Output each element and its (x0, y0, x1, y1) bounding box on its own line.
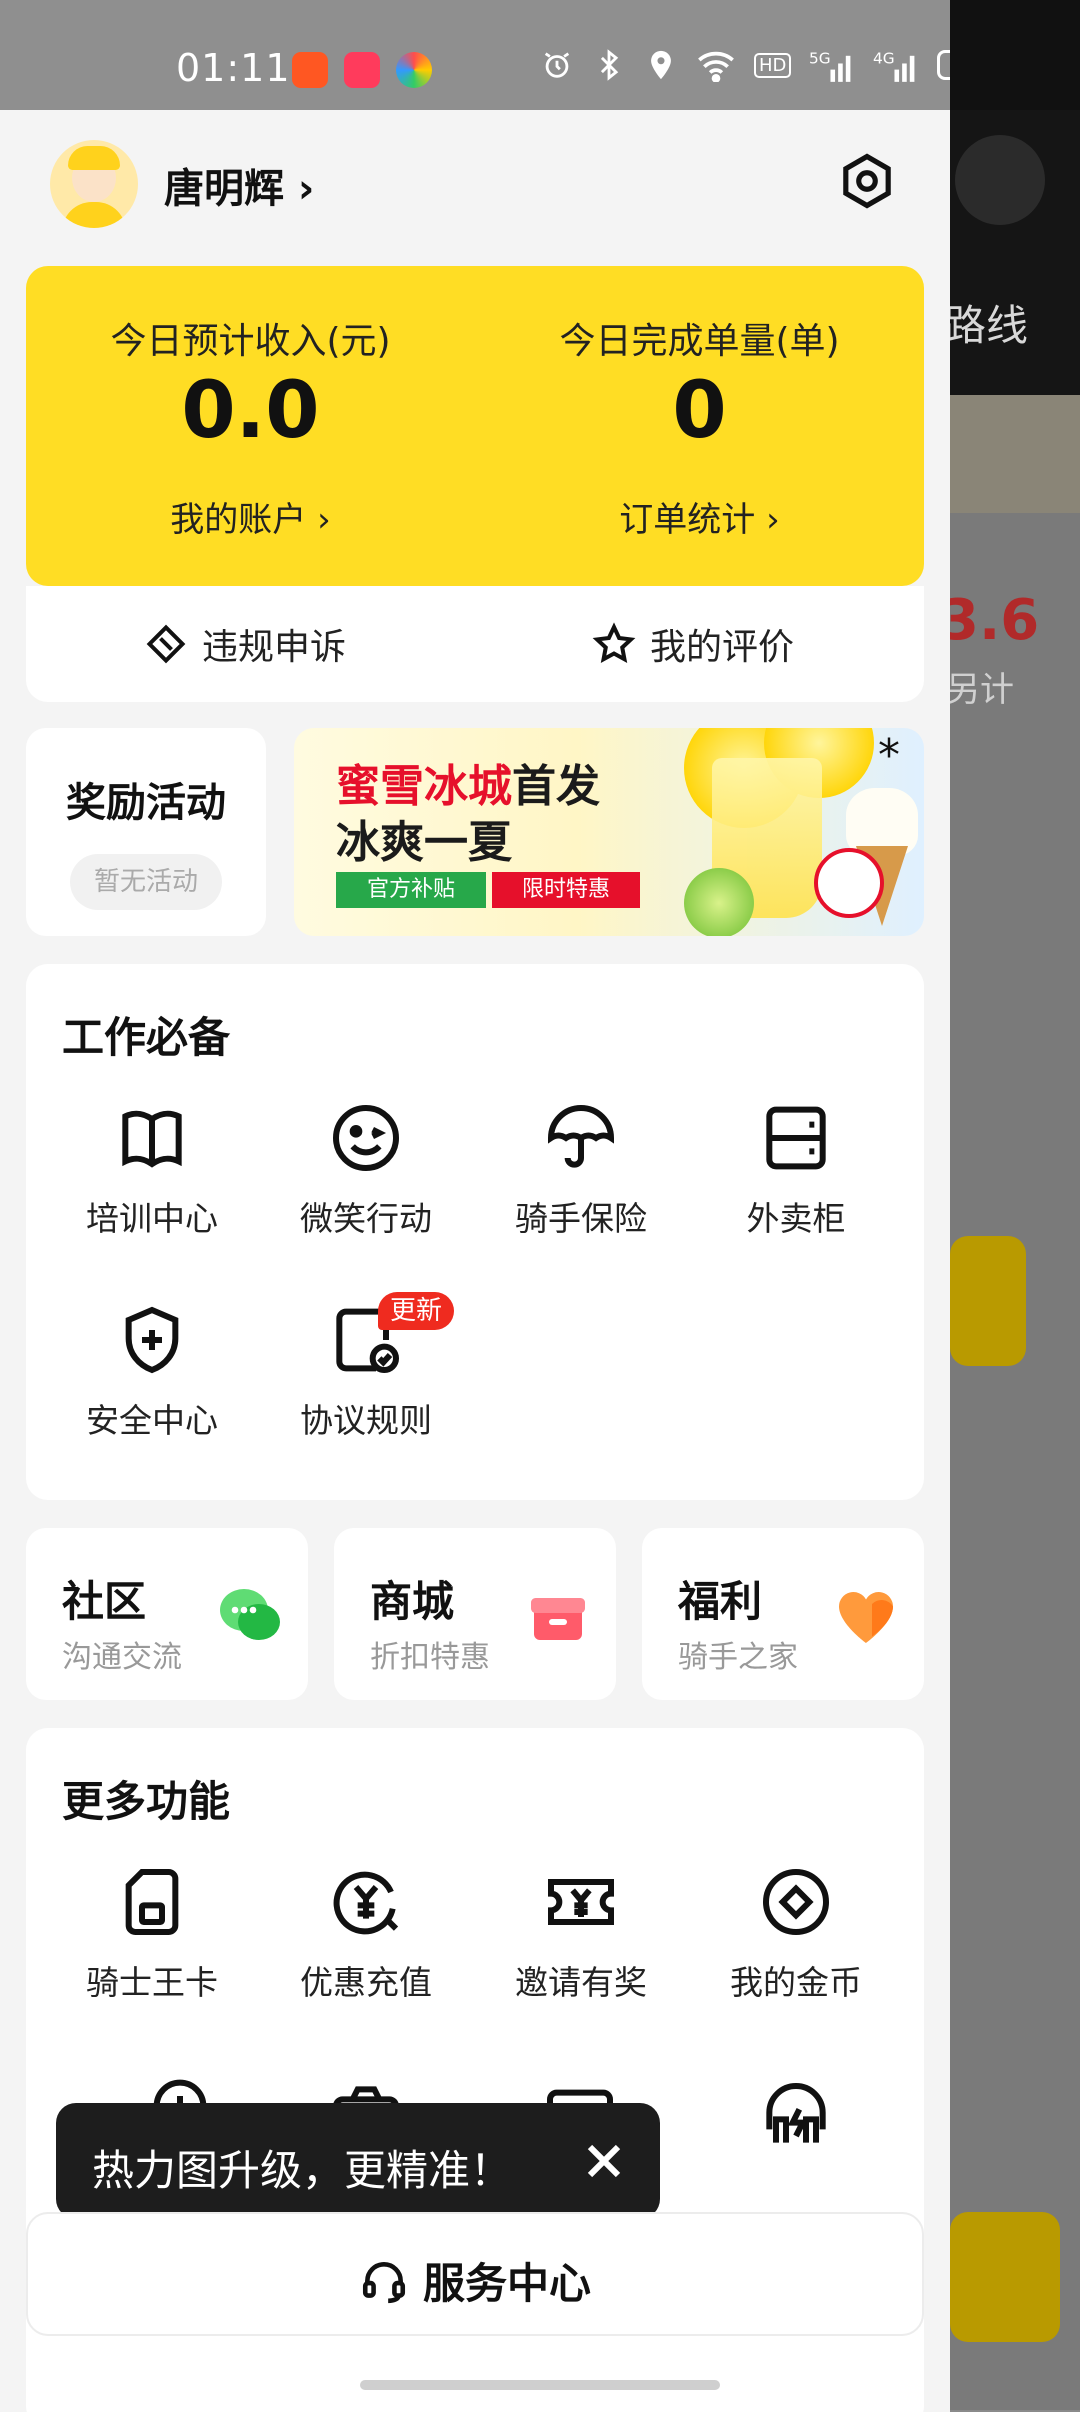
grid-item-invite[interactable]: 邀请有奖 (481, 1862, 681, 2004)
appeal-icon (146, 624, 186, 664)
coupon-icon (548, 1879, 614, 1925)
grid-item-sim-card[interactable]: 骑士王卡 (52, 1862, 252, 2004)
lemon-image (684, 868, 754, 936)
tooltip-text: 热力图升级，更精准！ (92, 2146, 513, 2195)
orders-value: 0 (672, 366, 727, 456)
banner-title: 蜜雪冰城首发 (336, 761, 600, 812)
chevron-right-icon: › (284, 166, 315, 212)
location-icon (651, 50, 671, 80)
grid-item-safety[interactable]: 安全中心 (52, 1300, 252, 1442)
violation-appeal-button[interactable]: 违规申诉 (144, 616, 346, 672)
app-notification-icon (292, 52, 328, 88)
welfare-card[interactable]: 福利 骑手之家 (642, 1528, 924, 1700)
mascot-image (814, 848, 884, 918)
coin-icon (763, 1869, 829, 1935)
profile-header: 唐明辉 › (0, 110, 950, 260)
close-icon[interactable] (576, 2133, 632, 2189)
grid-item-smile[interactable]: 微笑行动 (266, 1098, 466, 1240)
my-review-button[interactable]: 我的评价 (592, 616, 794, 672)
wifi-icon (698, 51, 734, 82)
banner-tag-subsidy: 官方补贴 (336, 872, 486, 908)
reward-activity-card[interactable]: 奖励活动 暂无活动 (26, 728, 266, 936)
heatmap-tooltip: 热力图升级，更精准！ (56, 2103, 660, 2219)
avatar[interactable] (50, 140, 138, 228)
shield-icon (125, 1306, 179, 1374)
income-value: 0.0 (181, 366, 320, 456)
earnings-card: 今日预计收入(元) 0.0 我的账户 › 今日完成单量(单) 0 订单统计 › (26, 266, 924, 586)
settings-icon[interactable] (836, 150, 898, 212)
heart-icon (839, 1592, 893, 1643)
banner-subtitle: 冰爽一夏 (336, 817, 512, 868)
welfare-subtitle: 骑手之家 (678, 1640, 798, 1675)
color-notification-icon (396, 52, 432, 88)
mall-title: 商城 (370, 1577, 455, 1626)
grid-item-training[interactable]: 培训中心 (52, 1098, 252, 1240)
community-card[interactable]: 社区 沟通交流 (26, 1528, 308, 1700)
service-center-label: 服务中心 (422, 2259, 591, 2308)
side-drawer: 唐明辉 › 今日预计收入(元) 0.0 我的账户 › 今日完成单量(单) 0 订… (0, 110, 950, 2412)
update-badge: 更新 (378, 1292, 455, 1330)
umbrella-icon (547, 1105, 615, 1168)
gift-icon (531, 1598, 585, 1640)
order-stats-link[interactable]: 订单统计 › (475, 492, 924, 541)
bluetooth-icon (600, 49, 619, 81)
profile-name[interactable]: 唐明辉 › (164, 156, 314, 214)
background-yellow-button (950, 1236, 1026, 1366)
community-title: 社区 (62, 1577, 147, 1626)
hd-icon: HD (754, 52, 792, 78)
section-title-work: 工作必备 (62, 1013, 231, 1062)
background-amount-suffix: 另计 (946, 670, 1014, 710)
welfare-title: 福利 (678, 1577, 763, 1626)
svg-text:5G: 5G (809, 49, 831, 67)
income-column[interactable]: 今日预计收入(元) 0.0 我的账户 › (26, 266, 475, 586)
status-bar: 01:11 HD 5G 4G 55 (0, 0, 1080, 110)
headset-icon (362, 2261, 406, 2303)
orders-title: 今日完成单量(单) (559, 321, 840, 362)
grid-item-agreement[interactable]: 协议规则 更新 (266, 1292, 466, 1442)
mall-card[interactable]: 商城 折扣特惠 (334, 1528, 616, 1700)
background-row (950, 395, 1080, 513)
chat-icon (220, 1589, 280, 1640)
promo-banner[interactable]: * 蜜雪冰城首发 冰爽一夏 官方补贴 限时特惠 (294, 728, 924, 936)
community-subtitle: 沟通交流 (62, 1640, 182, 1675)
home-indicator[interactable] (360, 2380, 720, 2390)
book-icon (122, 1110, 182, 1168)
section-title-more: 更多功能 (62, 1777, 231, 1826)
alarm-icon (544, 52, 570, 78)
smile-icon (333, 1105, 399, 1171)
my-account-link[interactable]: 我的账户 › (26, 492, 475, 541)
grid-item-recharge[interactable]: 优惠充值 (266, 1862, 466, 2004)
signal-5g-icon: 5G (809, 49, 851, 82)
background-amount: 3.6 (940, 588, 1040, 653)
banner-tag-limited: 限时特惠 (492, 872, 640, 908)
work-essentials-card: 工作必备 培训中心 微笑行动 骑手保险 外卖柜 安全中心 协议规则 更新 (26, 964, 924, 1500)
sim-card-icon (125, 1869, 179, 1935)
star-icon (592, 622, 636, 664)
status-time: 01:11 (176, 46, 291, 90)
background-status-area (950, 0, 1080, 110)
cabinet-icon (766, 1106, 826, 1170)
music-notification-icon (344, 52, 380, 88)
grid-item-insurance[interactable]: 骑手保险 (481, 1098, 681, 1240)
mall-subtitle: 折扣特惠 (370, 1640, 490, 1675)
orders-column[interactable]: 今日完成单量(单) 0 订单统计 › (475, 266, 924, 586)
smart-charge-icon[interactable] (756, 2076, 836, 2156)
background-bottom-button (950, 2212, 1060, 2342)
asterisk-icon: * (878, 730, 900, 781)
grid-item-coins[interactable]: 我的金币 (696, 1862, 896, 2004)
reward-title: 奖励活动 (66, 780, 226, 826)
bell-icon (955, 135, 1045, 225)
reward-status-badge: 暂无活动 (70, 854, 222, 910)
yuan-recharge-icon (333, 1871, 399, 1935)
status-icons: HD 5G 4G 55 (540, 48, 1000, 82)
grid-item-cabinet[interactable]: 外卖柜 (696, 1098, 896, 1240)
service-center-button[interactable]: 服务中心 (26, 2212, 924, 2336)
svg-text:4G: 4G (873, 49, 895, 67)
income-title: 今日预计收入(元) (110, 321, 391, 362)
background-tab-text: 路线 (944, 301, 1029, 350)
signal-4g-icon: 4G (873, 49, 915, 82)
appeal-card: 违规申诉 我的评价 (26, 586, 924, 702)
